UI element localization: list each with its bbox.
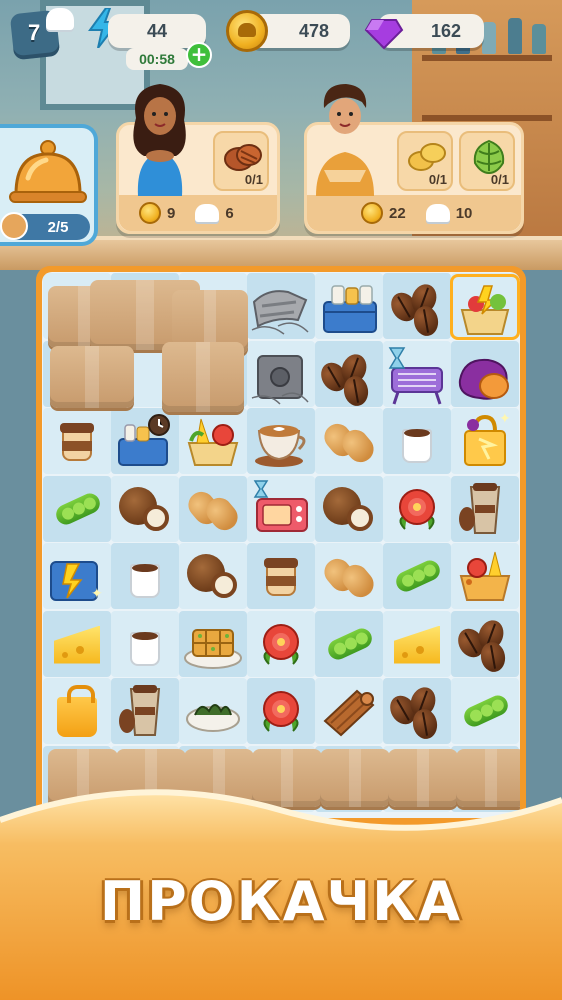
gem-icon	[364, 19, 404, 50]
baklava-item[interactable]	[181, 614, 245, 674]
coffee-cup-item[interactable]	[113, 614, 177, 674]
coin-reward: 22	[361, 202, 406, 224]
customer-woman	[133, 84, 186, 196]
takeaway-coffee-item[interactable]	[249, 546, 313, 606]
coconut-item[interactable]	[317, 479, 381, 539]
customer-avatar	[0, 212, 28, 240]
peas-item[interactable]	[453, 681, 517, 741]
latte-art-cup-item[interactable]	[249, 411, 313, 471]
blue-crate-item[interactable]: ✦	[45, 546, 109, 606]
food-basket-generator-icon[interactable]	[454, 280, 516, 338]
red-flower-item[interactable]	[249, 681, 313, 741]
gift-basket-item[interactable]	[453, 546, 517, 606]
chef-hat-icon	[46, 8, 74, 30]
gem-value: 162	[430, 20, 462, 41]
cookies-icon	[224, 144, 262, 171]
coin-icon	[361, 202, 383, 224]
milk-crate-icon[interactable]	[318, 278, 382, 338]
cardboard-box[interactable]	[50, 346, 134, 408]
cardboard-box[interactable]	[162, 342, 244, 412]
red-flower-item[interactable]	[385, 479, 449, 539]
xp-reward-value: 10	[455, 204, 473, 222]
peanuts-item[interactable]	[317, 546, 381, 606]
customer-man	[316, 84, 374, 196]
cheese-item[interactable]	[45, 614, 109, 674]
energy-value: 44	[146, 20, 168, 41]
coffee-beans-item[interactable]	[453, 614, 517, 674]
coconut-item[interactable]	[113, 479, 177, 539]
add-energy-button[interactable]: +	[186, 42, 212, 68]
order-progress: 0/1	[490, 172, 509, 187]
golden-bag-item[interactable]: ✦	[453, 411, 517, 471]
dusty-safe-icon[interactable]	[248, 348, 312, 406]
toaster-oven-item[interactable]	[249, 479, 313, 539]
peas-item[interactable]	[385, 546, 449, 606]
takeaway-coffee-item[interactable]	[45, 411, 109, 471]
cheese-item[interactable]	[385, 614, 449, 674]
seaweed-bowl-item[interactable]	[181, 681, 245, 741]
coin-icon	[226, 10, 268, 52]
iced-coffee-item[interactable]	[453, 479, 517, 539]
coffee-beans-item[interactable]	[385, 681, 449, 741]
order-slot: 0/1	[397, 131, 453, 191]
bell-station[interactable]: 2/5	[0, 124, 98, 246]
chef-hat-icon	[425, 204, 450, 222]
player-level: 7	[28, 20, 41, 45]
order-progress: 0/1	[428, 172, 447, 187]
coin-reward-value: 9	[167, 204, 176, 222]
order-progress: 0/1	[244, 172, 263, 187]
veggie-basket-item[interactable]	[181, 411, 245, 471]
potatoes-icon	[408, 143, 446, 171]
coffee-cup-item[interactable]	[113, 546, 177, 606]
peanuts-item[interactable]	[317, 411, 381, 471]
cinnamon-roll-item[interactable]	[317, 681, 381, 741]
order-slot: 0/1	[213, 131, 269, 191]
top-hud: 7 44 00:58 + 478 162	[0, 6, 562, 70]
chef-hat-icon	[195, 204, 220, 222]
peas-item[interactable]	[317, 614, 381, 674]
sweet-potato-icon[interactable]	[454, 350, 514, 406]
xp-reward: 6	[195, 204, 234, 222]
banner-title: ПРОКАЧКА	[99, 870, 463, 933]
peas-item[interactable]	[45, 479, 109, 539]
coin-reward: 9	[139, 202, 175, 224]
energy-timer: 00:58	[126, 48, 188, 70]
coffee-beans-item[interactable]	[316, 348, 382, 408]
order-slot: 0/1	[459, 131, 515, 191]
player-level-badge[interactable]: 7	[6, 6, 76, 64]
coffee-cup-item[interactable]	[385, 411, 449, 471]
artichoke-icon	[473, 139, 505, 175]
order-reward-bar: 22 10	[307, 195, 521, 231]
red-flower-item[interactable]	[249, 614, 313, 674]
coin-icon	[139, 202, 161, 224]
coffee-beans-item[interactable]	[386, 280, 452, 340]
coconut-item[interactable]	[181, 546, 245, 606]
serving-bell-icon	[9, 140, 87, 203]
xp-reward: 10	[425, 204, 473, 222]
dusty-scarf-icon[interactable]	[248, 282, 312, 338]
xp-reward-value: 6	[225, 204, 234, 222]
merge-board[interactable]: ✦ ✦	[42, 272, 520, 818]
coin-reward-value: 22	[389, 204, 406, 222]
grill-timer-icon[interactable]	[384, 346, 450, 406]
picnic-basket-generator-item[interactable]	[113, 411, 177, 471]
order-reward-bar: 9 6	[119, 195, 277, 231]
coin-value: 478	[298, 20, 330, 41]
shopping-bag-item[interactable]	[45, 681, 109, 741]
peanuts-item[interactable]	[181, 479, 245, 539]
iced-coffee-item[interactable]	[113, 681, 177, 741]
